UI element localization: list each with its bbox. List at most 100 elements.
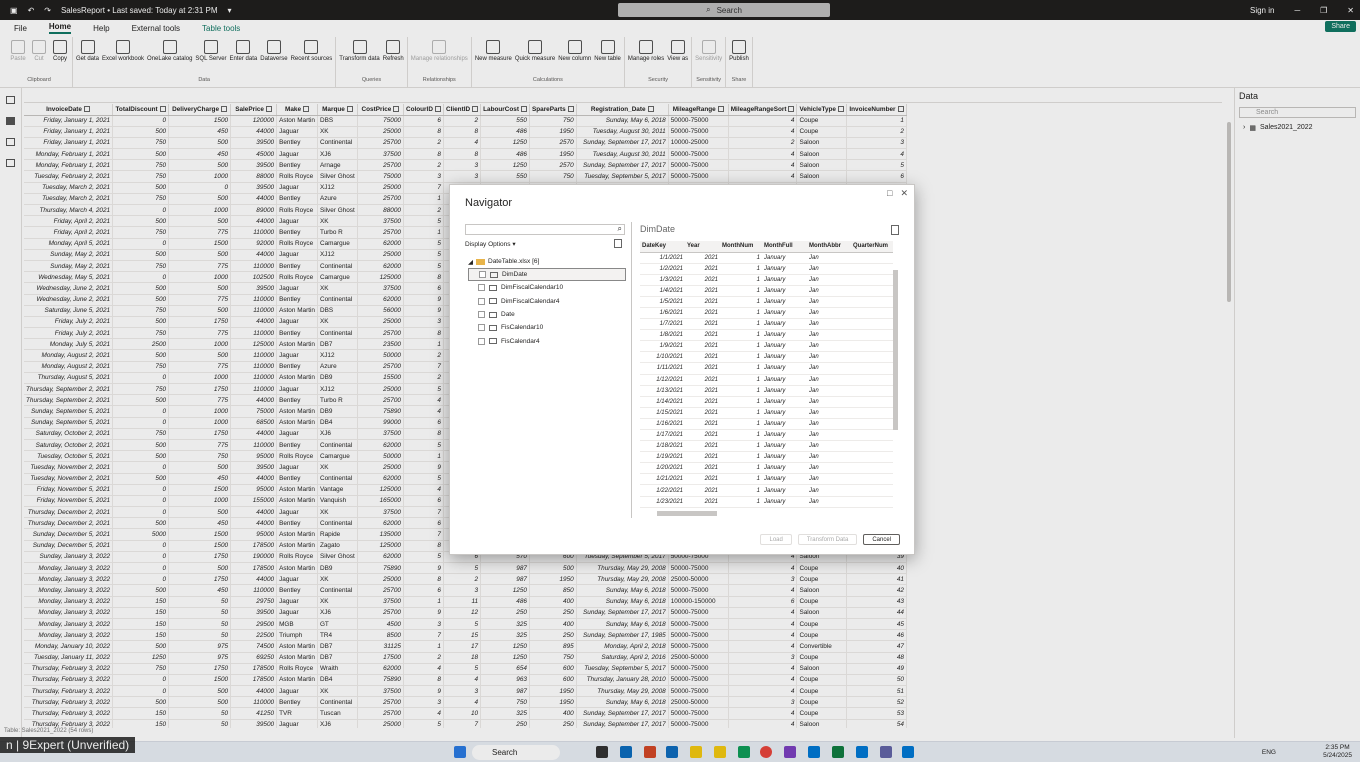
ribbon-button-dataverse[interactable]: Dataverse	[260, 37, 288, 77]
task-view-icon[interactable]	[596, 746, 608, 758]
explorer-icon[interactable]	[690, 746, 702, 758]
filter-dropdown-icon[interactable]	[717, 106, 724, 113]
grid-scrollbar[interactable]	[1225, 104, 1233, 726]
language-indicator[interactable]: ENG	[1262, 749, 1276, 756]
table-row[interactable]: Monday, February 1, 2021 750 500 39500 Bentl…	[24, 159, 907, 172]
app-icon[interactable]	[832, 746, 844, 758]
ribbon-button-cut[interactable]: Cut	[30, 37, 48, 77]
table-row[interactable]: Thursday, February 3, 2022 0 1500 178500 Ast…	[24, 674, 907, 687]
taskbar-search[interactable]: Search	[472, 745, 560, 760]
checkbox[interactable]	[478, 324, 485, 332]
transform-data-button[interactable]: Transform Data	[797, 534, 858, 545]
ribbon-button-enter-data[interactable]: Enter data	[230, 37, 257, 77]
tree-item[interactable]: DimFiscalCalendar4	[468, 295, 626, 308]
filter-dropdown-icon[interactable]	[346, 106, 353, 113]
ribbon-button-view-as[interactable]: View as	[667, 37, 688, 77]
scroll-thumb[interactable]	[1227, 122, 1231, 302]
tab-file[interactable]: File	[14, 24, 27, 33]
maximize-icon[interactable]: □	[887, 188, 892, 199]
column-header[interactable]: CostPrice	[357, 104, 404, 116]
preview-vscroll[interactable]	[892, 264, 899, 504]
collapse-icon[interactable]: ◢	[468, 258, 473, 266]
powerbi-icon[interactable]	[714, 746, 726, 758]
app-icon[interactable]	[738, 746, 750, 758]
filter-dropdown-icon[interactable]	[567, 106, 574, 113]
ribbon-button-transform-data[interactable]: Transform data	[339, 37, 380, 77]
tree-folder[interactable]: ◢ DateTable.xlsx [6]	[468, 255, 626, 268]
tab-external-tools[interactable]: External tools	[132, 24, 180, 33]
preview-column-header[interactable]: MonthNum	[720, 241, 762, 253]
undo-icon[interactable]: ↶	[28, 6, 35, 15]
app-icon[interactable]	[856, 746, 868, 758]
app-icon[interactable]	[620, 746, 632, 758]
search-box[interactable]: ⌕ Search	[618, 3, 830, 17]
table-row[interactable]: Monday, January 3, 2022 0 500 178500 Aston M…	[24, 562, 907, 575]
table-view-icon[interactable]	[6, 117, 15, 125]
filter-dropdown-icon[interactable]	[159, 106, 166, 113]
filter-dropdown-icon[interactable]	[303, 106, 310, 113]
table-row[interactable]: Thursday, February 3, 2022 500 500 110000 Be…	[24, 696, 907, 709]
save-icon[interactable]: ▣	[10, 6, 18, 15]
model-view-icon[interactable]	[6, 138, 15, 146]
column-header[interactable]: ColourID	[403, 104, 444, 116]
table-row[interactable]: Monday, January 3, 2022 0 1750 44000 Jaguar X…	[24, 573, 907, 586]
checkbox[interactable]	[478, 311, 485, 319]
restore-icon[interactable]: ❐	[1320, 6, 1327, 15]
ribbon-button-get-data[interactable]: Get data	[76, 37, 99, 77]
filter-dropdown-icon[interactable]	[897, 106, 904, 113]
export-icon[interactable]	[891, 225, 899, 235]
sign-in-link[interactable]: Sign in	[1250, 6, 1274, 15]
tab-home[interactable]: Home	[48, 22, 72, 34]
ribbon-button-quick-measure[interactable]: Quick measure	[515, 37, 555, 77]
checkbox[interactable]	[479, 271, 486, 279]
ribbon-button-refresh[interactable]: Refresh	[383, 37, 404, 77]
close-icon[interactable]: ✕	[900, 188, 908, 199]
filter-dropdown-icon[interactable]	[520, 106, 527, 113]
ribbon-button-sql-server[interactable]: SQL Server	[195, 37, 227, 77]
data-pane-table-item[interactable]: › ▦ Sales2021_2022	[1235, 121, 1360, 135]
ribbon-button-paste[interactable]: Paste	[9, 37, 27, 77]
minimize-icon[interactable]: ─	[1294, 6, 1300, 15]
column-header[interactable]: SpareParts	[529, 104, 577, 116]
table-row[interactable]: Tuesday, January 11, 2022 1250 975 69250 Ast…	[24, 652, 907, 664]
chevron-down-icon[interactable]: ▾	[228, 6, 232, 15]
vscode-icon[interactable]	[808, 746, 820, 758]
formula-bar[interactable]	[24, 89, 1222, 103]
chrome-icon[interactable]	[760, 746, 772, 758]
column-header[interactable]: DeliveryCharge	[168, 104, 232, 116]
column-header[interactable]: MileageRange	[668, 104, 729, 116]
column-header[interactable]: LabourCost	[480, 104, 530, 116]
table-row[interactable]: Tuesday, February 2, 2021 750 1000 88000 Rol…	[24, 170, 907, 183]
clock[interactable]: 2:35 PM 5/24/2025	[1323, 744, 1352, 760]
chevron-right-icon[interactable]: ›	[1243, 124, 1245, 132]
filter-dropdown-icon[interactable]	[472, 106, 479, 113]
filter-dropdown-icon[interactable]	[221, 106, 228, 113]
ribbon-button-onelake-catalog[interactable]: OneLake catalog	[147, 37, 192, 77]
navigator-search-input[interactable]: ⌕	[465, 224, 625, 235]
ribbon-button-manage-relationships[interactable]: Manage relationships	[411, 37, 468, 77]
column-header[interactable]: SalePrice	[230, 104, 278, 116]
column-header[interactable]: VehicleType	[796, 104, 847, 116]
ribbon-button-sensitivity[interactable]: Sensitivity	[695, 37, 722, 77]
tree-item[interactable]: DimFiscalCalendar10	[468, 281, 626, 294]
table-row[interactable]: Monday, January 3, 2022 150 50 29500 MGB GT 45…	[24, 618, 907, 631]
table-row[interactable]: Monday, January 3, 2022 150 50 29750 Jaguar X…	[24, 596, 907, 608]
close-icon[interactable]: ✕	[1347, 6, 1354, 15]
preview-hscroll[interactable]	[647, 510, 885, 517]
ribbon-button-excel-workbook[interactable]: Excel workbook	[102, 37, 144, 77]
column-header[interactable]: TotalDiscount	[112, 104, 170, 116]
dax-query-view-icon[interactable]	[6, 159, 15, 167]
data-pane-search[interactable]: Search	[1239, 107, 1356, 118]
ribbon-button-manage-roles[interactable]: Manage roles	[628, 37, 664, 77]
table-row[interactable]: Thursday, February 3, 2022 150 50 41250 TVR T…	[24, 707, 907, 720]
column-header[interactable]: ClientID	[443, 104, 482, 116]
document-title[interactable]: SalesReport • Last saved: Today at 2:31 …	[61, 6, 218, 15]
ribbon-button-copy[interactable]: Copy	[51, 37, 69, 77]
load-button[interactable]: Load	[760, 534, 792, 545]
table-row[interactable]: Thursday, February 3, 2022 750 1750 178500 R…	[24, 663, 907, 675]
column-header[interactable]: MileageRangeSort	[728, 104, 798, 116]
refresh-icon[interactable]	[614, 239, 622, 248]
column-header[interactable]: InvoiceDate	[24, 104, 114, 116]
filter-dropdown-icon[interactable]	[265, 106, 272, 113]
column-header[interactable]: InvoiceNumber	[846, 104, 907, 116]
